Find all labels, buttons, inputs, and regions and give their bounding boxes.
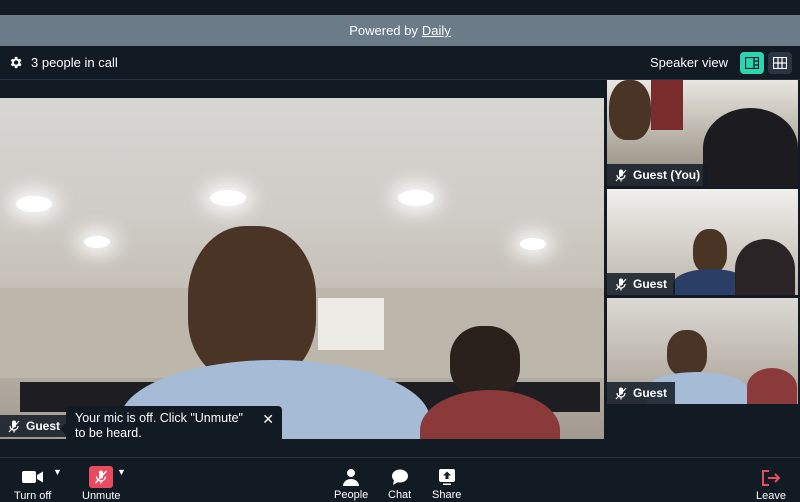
chat-button[interactable]: Chat	[388, 468, 411, 501]
header-right: Speaker view	[649, 51, 800, 74]
tooltip-text: Your mic is off. Click "Unmute" to be he…	[75, 411, 243, 440]
grid-view-button[interactable]	[768, 51, 792, 74]
share-screen-icon	[438, 469, 455, 485]
participant-tile[interactable]: Guest (You)	[607, 80, 798, 186]
background-person-head	[450, 326, 520, 396]
tile-name-chip: Guest	[607, 273, 676, 295]
tile-background-people	[747, 368, 797, 404]
leave-icon	[761, 470, 781, 486]
main-participant-name: Guest	[26, 419, 61, 433]
video-stage: Guest Your mic is off. Click "Unmute" to…	[0, 80, 800, 457]
ceiling-light	[398, 190, 434, 206]
people-button[interactable]: People	[334, 468, 368, 501]
chat-button-label: Chat	[388, 489, 412, 501]
main-name-chip: Guest	[0, 415, 69, 437]
powered-by-banner: Powered by Daily	[0, 15, 800, 46]
view-mode-label: Speaker view	[649, 55, 728, 70]
top-strip	[0, 0, 800, 15]
people-button-label: People	[334, 489, 369, 501]
tile-name-chip: Guest (You)	[607, 164, 709, 186]
speaker-view-button[interactable]	[740, 51, 764, 74]
chevron-down-icon[interactable]: ▼	[117, 467, 126, 477]
tile-participant-name: Guest	[633, 277, 668, 291]
grid-view-icon	[773, 56, 787, 69]
main-speaker-video[interactable]	[0, 98, 604, 439]
share-button-label: Share	[432, 489, 462, 501]
participant-tile[interactable]: Guest	[607, 189, 798, 295]
tile-person-head	[693, 229, 727, 273]
call-header: 3 people in call Speaker view	[0, 46, 800, 80]
unmute-button-label: Unmute	[82, 490, 121, 502]
tile-background-people	[703, 108, 798, 186]
mic-off-icon	[615, 387, 627, 399]
mic-off-icon	[8, 420, 20, 432]
daily-link[interactable]: Daily	[422, 23, 451, 38]
leave-button[interactable]: Leave	[756, 470, 786, 502]
speaker-view-icon	[745, 56, 759, 69]
mic-off-tooltip: Your mic is off. Click "Unmute" to be he…	[66, 406, 282, 451]
tile-person-head	[667, 330, 707, 376]
camera-button-label: Turn off	[14, 490, 52, 502]
participant-tile[interactable]: Guest	[607, 298, 798, 404]
video-camera-icon	[21, 471, 43, 483]
close-icon[interactable]: ✕	[262, 412, 274, 427]
mic-off-icon	[95, 470, 108, 484]
ceiling-light	[210, 190, 246, 206]
leave-button-label: Leave	[756, 490, 786, 502]
ceiling-light	[520, 238, 546, 250]
mic-off-icon-box	[89, 466, 114, 488]
unmute-button[interactable]: Unmute	[82, 466, 121, 502]
header-left: 3 people in call	[0, 55, 118, 70]
tile-background-people	[735, 239, 795, 295]
tile-person-head	[609, 80, 651, 140]
call-toolbar: Turn off ▼ Unmute ▼ People Chat Share Le…	[0, 457, 800, 502]
person-icon	[343, 469, 360, 486]
chevron-down-icon[interactable]: ▼	[53, 467, 62, 477]
mic-off-icon	[615, 278, 627, 290]
tile-participant-name: Guest (You)	[633, 168, 701, 182]
poster	[318, 298, 384, 350]
mic-off-icon	[615, 169, 627, 181]
share-button[interactable]: Share	[432, 468, 461, 501]
tile-name-chip: Guest	[607, 382, 676, 404]
ceiling-light	[84, 236, 110, 248]
ceiling-light	[16, 196, 52, 212]
tile-participant-name: Guest	[633, 386, 668, 400]
speaker-head	[188, 226, 316, 381]
camera-button[interactable]: Turn off	[14, 470, 51, 502]
chat-bubble-icon	[391, 469, 408, 485]
tile-board	[651, 80, 683, 130]
gear-icon[interactable]	[8, 55, 23, 70]
participant-count: 3 people in call	[31, 55, 118, 70]
powered-by-text: Powered by	[349, 23, 418, 38]
